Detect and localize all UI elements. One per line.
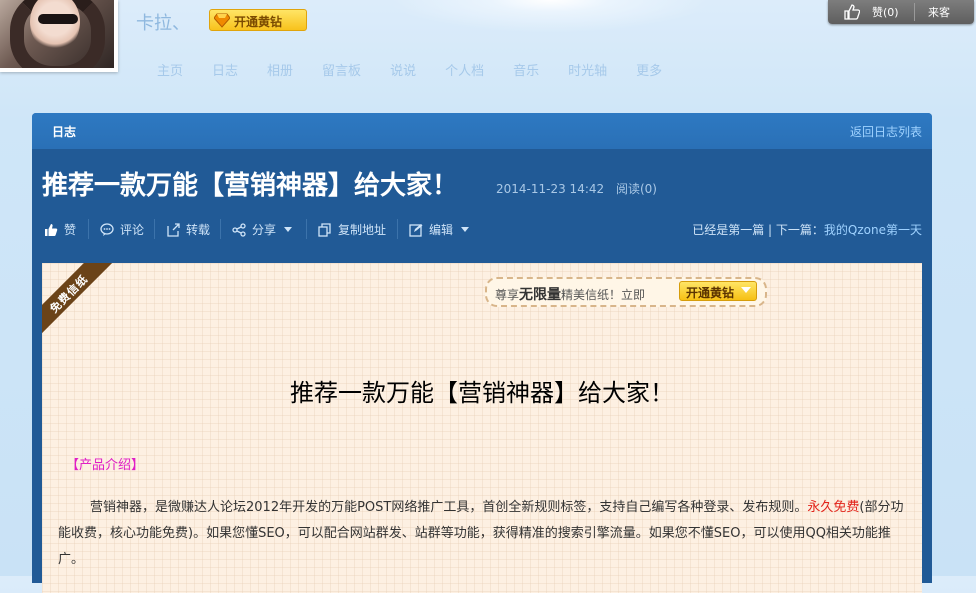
- first-post-text: 已经是第一篇: [692, 223, 765, 237]
- top-right-toolbar: 赞(0) 来客: [828, 0, 974, 24]
- blog-panel: 日志 返回日志列表 推荐一款万能【营销神器】给大家！ 2014-11-23 14…: [32, 113, 932, 593]
- nav-item-blog[interactable]: 日志: [212, 60, 238, 79]
- ribbon-label: 免费信纸: [47, 272, 91, 316]
- avatar-glasses: [38, 14, 78, 24]
- nav-item-status[interactable]: 说说: [390, 60, 416, 79]
- toolbar-divider: [397, 219, 398, 239]
- share-label: 分享: [252, 223, 277, 237]
- like-label: 赞: [64, 223, 77, 237]
- chevron-down-icon: [284, 227, 293, 232]
- nav-item-guestbook[interactable]: 留言板: [322, 60, 361, 79]
- open-vip-label: 开通黄钻: [234, 15, 283, 29]
- nav-item-home[interactable]: 主页: [157, 60, 183, 79]
- thumbs-up-icon: [844, 4, 860, 20]
- open-vip-button[interactable]: 开通黄钻: [209, 9, 307, 31]
- promo-prefix: 尊享: [495, 288, 520, 302]
- post-navigation: 已经是第一篇 | 下一篇：我的Qzone第一天: [692, 221, 922, 238]
- promo-strong: 无限量: [519, 287, 562, 303]
- user-nickname[interactable]: 卡拉、: [136, 9, 190, 35]
- toolbar-divider: [154, 219, 155, 239]
- panel-title: 日志: [52, 125, 77, 139]
- toolbar-divider: [220, 219, 221, 239]
- edit-label: 编辑: [429, 223, 454, 237]
- para-highlight: 永久免费: [807, 500, 860, 515]
- next-post-link[interactable]: 我的Qzone第一天: [824, 223, 922, 237]
- repost-label: 转载: [186, 223, 211, 237]
- top-like-button[interactable]: 赞(0): [828, 0, 914, 24]
- para-part-1: 营销神器，是微赚达人论坛2012年开发的万能POST网络推广工具，首创全新规则标…: [90, 500, 808, 515]
- edit-icon: [409, 224, 423, 237]
- nav-item-more[interactable]: 更多: [636, 60, 662, 79]
- chevron-down-icon: [461, 227, 470, 232]
- ribbon-band: 免费信纸: [42, 263, 118, 343]
- repost-button[interactable]: 转载: [166, 221, 210, 238]
- article-meta: 2014-11-23 14:42 阅读(0): [496, 180, 665, 197]
- article-reads: 阅读(0): [615, 182, 657, 196]
- comment-button[interactable]: 评论: [100, 221, 144, 238]
- article-title: 推荐一款万能【营销神器】给大家！: [42, 171, 459, 201]
- nav-separator: |: [768, 223, 776, 237]
- thumbs-up-icon: [45, 224, 58, 236]
- copy-address-button[interactable]: 复制地址: [318, 221, 386, 238]
- toolbar-divider: [306, 219, 307, 239]
- comment-label: 评论: [120, 223, 145, 237]
- stationery-promo: 尊享无限量精美信纸！立即 开通黄钻: [485, 277, 767, 307]
- promo-text: 尊享无限量精美信纸！立即: [495, 284, 645, 304]
- toolbar-divider: [88, 219, 89, 239]
- promo-suffix: 精美信纸！立即: [561, 288, 646, 302]
- nav-item-profile[interactable]: 个人档: [445, 60, 484, 79]
- top-like-label: 赞(0): [872, 6, 899, 19]
- promo-vip-label: 开通黄钻: [686, 286, 735, 300]
- repost-icon: [167, 223, 180, 237]
- free-stationery-ribbon: 免费信纸: [42, 263, 118, 353]
- avatar[interactable]: [0, 0, 118, 72]
- top-visitor-button[interactable]: 来客: [928, 4, 950, 20]
- diamond-icon: [214, 13, 230, 28]
- copy-icon: [318, 223, 331, 237]
- article-date: 2014-11-23 14:42: [496, 182, 605, 196]
- share-icon: [232, 223, 246, 237]
- promo-vip-button[interactable]: 开通黄钻: [679, 281, 757, 301]
- article-toolbar: 赞 评论 转载 分享 复制地址 编辑 已经是第一篇 | 下一篇：我的Qzone第…: [32, 213, 932, 245]
- top-toolbar-divider: [914, 3, 915, 21]
- panel-header: 日志 返回日志列表: [32, 113, 932, 149]
- nav-item-timeline[interactable]: 时光轴: [568, 60, 607, 79]
- edit-button[interactable]: 编辑: [409, 221, 470, 238]
- letter-paper: 免费信纸 尊享无限量精美信纸！立即 开通黄钻 推荐一款万能【营销神器】给大家！ …: [42, 263, 922, 593]
- nav-item-album[interactable]: 相册: [267, 60, 293, 79]
- avatar-photo: [0, 0, 114, 68]
- back-to-list-link[interactable]: 返回日志列表: [850, 123, 922, 140]
- content-title: 推荐一款万能【营销神器】给大家！: [290, 379, 674, 407]
- nav-item-music[interactable]: 音乐: [513, 60, 539, 79]
- main-nav: 主页 日志 相册 留言板 说说 个人档 音乐 时光轴 更多: [157, 60, 691, 79]
- next-post-prefix: 下一篇：: [775, 223, 824, 237]
- share-button[interactable]: 分享: [232, 221, 293, 238]
- like-button[interactable]: 赞: [44, 221, 76, 238]
- copy-address-label: 复制地址: [338, 223, 387, 237]
- comment-icon: [100, 223, 114, 236]
- section-label: 【产品介绍】: [66, 458, 145, 473]
- chevron-down-icon: [741, 287, 751, 293]
- intro-paragraph: 营销神器，是微赚达人论坛2012年开发的万能POST网络推广工具，首创全新规则标…: [58, 495, 908, 573]
